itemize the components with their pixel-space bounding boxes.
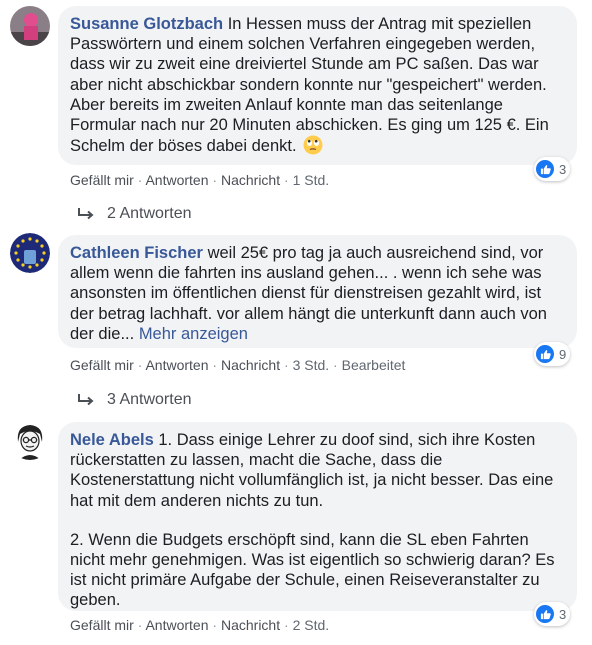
comment-bubble: Cathleen Fischer weil 25€ pro tag ja auc…	[58, 235, 577, 348]
reply-link[interactable]: Antworten	[145, 617, 208, 633]
avatar[interactable]	[10, 233, 50, 273]
reaction-count[interactable]: 3	[534, 157, 571, 181]
replies-label[interactable]: 3 Antworten	[107, 391, 192, 409]
edited-label: Bearbeitet	[341, 357, 406, 373]
reaction-count-value: 3	[559, 606, 567, 622]
reaction-count[interactable]: 3	[534, 602, 571, 626]
like-icon	[536, 345, 554, 363]
comment-paragraph: Nele Abels 1. Dass einige Lehrer zu doof…	[70, 430, 565, 511]
timestamp[interactable]: 1 Std.	[293, 172, 330, 188]
like-link[interactable]: Gefällt mir	[70, 172, 134, 188]
separator: ·	[212, 357, 221, 373]
comment-bubble: Susanne Glotzbach In Hessen muss der Ant…	[58, 6, 577, 165]
comment-text: In Hessen muss der Antrag mit speziellen…	[70, 15, 549, 156]
like-icon	[536, 160, 554, 178]
comment-bubble: Nele Abels 1. Dass einige Lehrer zu doof…	[58, 422, 577, 611]
separator: ·	[212, 172, 221, 188]
like-icon	[536, 605, 554, 623]
comment-author[interactable]: Cathleen Fischer	[70, 244, 203, 262]
comment-actions: Gefällt mir · Antworten · Nachricht · 3 …	[70, 357, 405, 373]
reply-arrow-icon	[78, 208, 94, 220]
comment-actions: Gefällt mir · Antworten · Nachricht · 1 …	[70, 172, 329, 188]
reply-arrow-icon	[78, 394, 94, 406]
separator: ·	[333, 357, 342, 373]
view-replies-link[interactable]: 2 Antworten	[76, 205, 192, 223]
like-link[interactable]: Gefällt mir	[70, 357, 134, 373]
message-link[interactable]: Nachricht	[221, 172, 280, 188]
timestamp[interactable]: 2 Std.	[293, 617, 330, 633]
comment-actions: Gefällt mir · Antworten · Nachricht · 2 …	[70, 617, 329, 633]
view-replies-link[interactable]: 3 Antworten	[76, 391, 192, 409]
like-link[interactable]: Gefällt mir	[70, 617, 134, 633]
comment-author[interactable]: Nele Abels	[70, 431, 154, 449]
eye-roll-emoji	[303, 135, 323, 155]
separator: ·	[284, 172, 293, 188]
reply-link[interactable]: Antworten	[145, 172, 208, 188]
timestamp[interactable]: 3 Std.	[293, 357, 330, 373]
separator: ·	[284, 617, 293, 633]
separator: ·	[284, 357, 293, 373]
comment-author[interactable]: Susanne Glotzbach	[70, 15, 223, 33]
reply-link[interactable]: Antworten	[145, 357, 208, 373]
show-more-link[interactable]: Mehr anzeigen	[139, 325, 248, 343]
avatar[interactable]	[10, 420, 50, 460]
message-link[interactable]: Nachricht	[221, 357, 280, 373]
replies-label[interactable]: 2 Antworten	[107, 205, 192, 223]
separator: ·	[212, 617, 221, 633]
avatar[interactable]	[10, 6, 50, 46]
reaction-count[interactable]: 9	[534, 342, 571, 366]
comment-paragraph: 2. Wenn die Budgets erschöpft sind, kann…	[70, 530, 555, 610]
message-link[interactable]: Nachricht	[221, 617, 280, 633]
reaction-count-value: 9	[559, 346, 567, 362]
reaction-count-value: 3	[559, 161, 567, 177]
